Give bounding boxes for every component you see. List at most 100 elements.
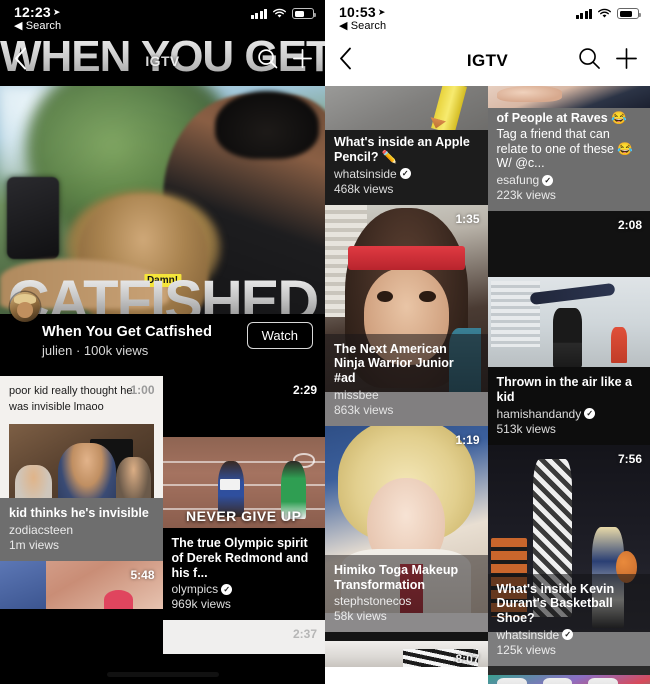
featured-video-card[interactable]: Damn! CATFISHED When You Get Catfished j… xyxy=(0,86,325,376)
duration-badge: 2:29 xyxy=(292,383,317,397)
video-tile-partial[interactable]: 8:07 xyxy=(325,632,488,668)
username-text: missbee xyxy=(334,387,379,402)
thumbnail-scene[interactable]: NEVER GIVE UP xyxy=(162,437,325,528)
video-title: The Next American Ninja Warrior Junior #… xyxy=(334,341,454,386)
location-arrow-icon: ➤ xyxy=(377,6,386,17)
triangle-left-icon: ◀ xyxy=(339,20,348,32)
video-tile[interactable]: 7:56 What's inside Kevin Durant's Basket… xyxy=(487,444,650,666)
video-caption: The true Olympic spirit of Derek Redmond… xyxy=(163,528,326,620)
status-indicators xyxy=(575,8,641,19)
video-tile[interactable]: 1:19 Himiko Toga Makeup Transformation s… xyxy=(325,425,488,633)
featured-video-meta: When You Get Catfished julien · 100k vie… xyxy=(0,292,325,376)
video-thumbnail[interactable] xyxy=(487,277,650,367)
username-text: whatsinside xyxy=(496,627,560,642)
video-username: stephstonecos xyxy=(334,594,479,608)
username-text: esafung xyxy=(496,173,540,187)
video-tile-partial[interactable]: 2:37 xyxy=(162,620,325,655)
chevron-left-icon[interactable] xyxy=(339,47,352,75)
scene-accent xyxy=(104,589,134,609)
featured-video-thumbnail[interactable]: Damn! CATFISHED xyxy=(0,86,325,314)
plus-icon[interactable] xyxy=(615,47,638,75)
thumbnail-scene xyxy=(9,423,154,498)
avatar[interactable] xyxy=(10,292,40,322)
video-thumbnail[interactable]: 2:37 xyxy=(162,620,325,655)
video-tile-partial[interactable]: 1:41 xyxy=(487,665,650,684)
search-icon[interactable] xyxy=(578,47,601,75)
scene-person-left xyxy=(14,465,53,498)
video-caption: The Next American Ninja Warrior Junior #… xyxy=(325,333,488,426)
scene-person-right xyxy=(115,456,151,498)
username-text: stephstonecos xyxy=(334,594,412,609)
plus-icon[interactable] xyxy=(292,48,313,74)
video-thumbnail-letterbox[interactable]: 2:29 xyxy=(162,376,325,437)
video-views: 863k views xyxy=(334,402,394,417)
status-indicators xyxy=(250,8,316,19)
right-video-grid: What's inside an Apple Pencil? ✏️ whatsi… xyxy=(325,86,650,684)
video-thumbnail[interactable] xyxy=(487,86,650,108)
video-username: missbee xyxy=(334,388,479,402)
cellular-signal-icon xyxy=(250,8,267,19)
video-tile[interactable]: 2:29 NEVER GIVE UP The true Olympic spir… xyxy=(162,376,326,620)
verified-badge-icon: ✓ xyxy=(562,629,574,641)
home-indicator[interactable] xyxy=(106,672,219,677)
video-caption: What's inside an Apple Pencil? ✏️ whatsi… xyxy=(325,130,488,205)
video-tile[interactable]: 1:00 poor kid really thought he was invi… xyxy=(0,376,163,561)
status-time: 12:23 xyxy=(14,4,51,20)
video-tile[interactable]: of People at Raves 😂 Tag a friend that c… xyxy=(487,86,650,211)
verified-badge-icon: ✓ xyxy=(542,174,554,186)
video-description: Tag a friend that can relate to one of t… xyxy=(496,126,633,171)
video-thumbnail[interactable] xyxy=(325,86,488,130)
thumbnail-letterbox xyxy=(487,665,650,675)
video-thumbnail[interactable]: 1:41 xyxy=(487,674,650,684)
battery-icon xyxy=(292,8,316,19)
chevron-left-icon[interactable] xyxy=(14,47,27,75)
scene-building xyxy=(490,280,540,348)
location-arrow-icon: ➤ xyxy=(52,6,61,17)
left-nav-actions xyxy=(257,48,313,74)
search-icon[interactable] xyxy=(257,48,278,74)
back-to-search-link[interactable]: ◀ Search xyxy=(14,19,313,32)
duration-badge: 2:08 xyxy=(617,218,642,232)
video-tile[interactable]: What's inside an Apple Pencil? ✏️ whatsi… xyxy=(325,86,488,205)
scene-thrower xyxy=(552,307,582,367)
thumbnail-title-art: CATFISHED xyxy=(0,272,325,314)
thumbnail-overlay-text: NEVER GIVE UP xyxy=(186,508,302,524)
thumbnail-hair-right xyxy=(214,90,319,159)
video-title: Thrown in the air like a kid xyxy=(496,375,632,404)
cellular-signal-icon xyxy=(575,8,592,19)
scene-boy xyxy=(58,442,116,498)
video-tile[interactable]: 1:35 The Next American Ninja Warrior Jun… xyxy=(325,204,488,426)
video-username: whatsinside ✓ xyxy=(497,628,642,642)
video-thumbnail[interactable]: 1:00 poor kid really thought he was invi… xyxy=(0,376,163,498)
left-grid-column-2: 2:29 NEVER GIVE UP The true Olympic spir… xyxy=(162,376,326,655)
video-title: kid thinks he's invisible xyxy=(9,506,149,520)
wifi-icon xyxy=(598,8,611,18)
video-tile-partial[interactable]: 5:48 xyxy=(0,560,163,609)
scene-tube xyxy=(588,677,618,684)
video-thumbnail[interactable]: 8:07 xyxy=(325,641,488,668)
left-status-bar: 12:23 ➤ ◀ Search xyxy=(0,0,325,36)
video-title: What's inside Kevin Durant's Basketball … xyxy=(496,581,615,626)
right-phone-screen: 10:53 ➤ ◀ Search IGTV What's inside an A… xyxy=(325,0,650,684)
video-caption: Thrown in the air like a kid hamishandan… xyxy=(487,367,650,445)
page-title: IGTV xyxy=(145,53,180,69)
right-nav-bar: IGTV xyxy=(325,36,650,86)
video-username: hamishandandy ✓ xyxy=(497,407,642,421)
watch-button[interactable]: Watch xyxy=(246,322,313,349)
video-username: esafung ✓ xyxy=(497,173,642,187)
verified-badge-icon: ✓ xyxy=(584,408,596,419)
video-thumbnail[interactable]: 5:48 xyxy=(0,560,163,609)
back-label: Search xyxy=(350,20,387,32)
username-text: whatsinside xyxy=(334,166,397,181)
video-tile[interactable]: 2:08 Thrown in the air like a kid hamish… xyxy=(487,211,650,445)
video-views: 468k views xyxy=(334,181,394,196)
thumbnail-letterbox[interactable]: 2:08 xyxy=(487,211,650,277)
scene-bib xyxy=(220,478,240,490)
video-caption: What's inside Kevin Durant's Basketball … xyxy=(487,573,650,666)
video-title: The true Olympic spirit of Derek Redmond… xyxy=(171,536,309,580)
back-to-search-link[interactable]: ◀ Search xyxy=(339,19,638,32)
video-title: What's inside an Apple Pencil? ✏️ xyxy=(334,135,470,164)
video-views: 513k views xyxy=(496,421,556,436)
verified-badge-icon: ✓ xyxy=(221,583,233,595)
video-title: of People at Raves 😂 xyxy=(496,111,627,125)
